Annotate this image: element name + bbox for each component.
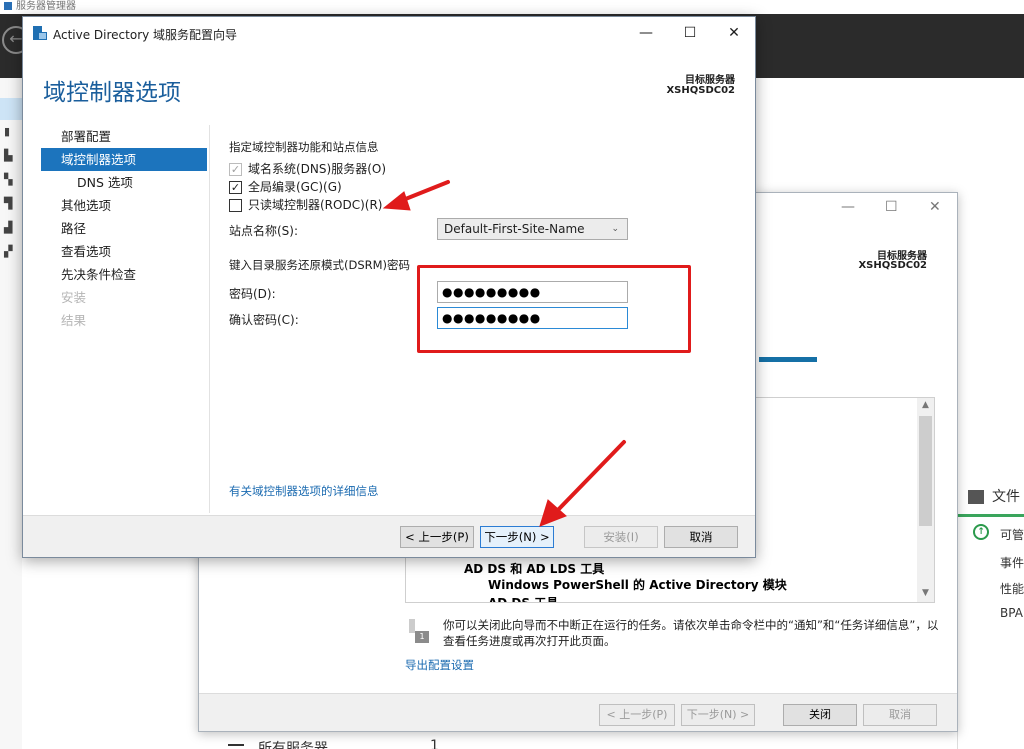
arrow-head-rodc [382, 191, 411, 211]
annotation-arrows [382, 180, 626, 527]
arrow-to-next-button [554, 440, 626, 514]
